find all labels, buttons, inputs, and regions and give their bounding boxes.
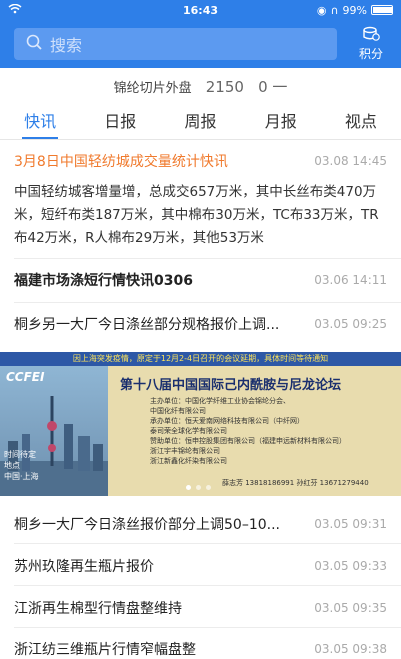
search-placeholder: 搜索 bbox=[50, 36, 83, 55]
news-date: 03.05 09:31 bbox=[314, 517, 387, 531]
tab-monthly[interactable]: 月报 bbox=[241, 104, 321, 139]
carousel-indicator[interactable] bbox=[186, 485, 211, 490]
search-icon bbox=[26, 34, 42, 54]
news-date: 03.05 09:35 bbox=[314, 601, 387, 615]
organizer-line: 承办单位：恒天爱南网络科技有限公司（中纤网） bbox=[150, 417, 304, 425]
coins-icon bbox=[362, 26, 380, 45]
points-label: 积分 bbox=[358, 47, 383, 61]
tab-flash-news[interactable]: 快讯 bbox=[0, 104, 80, 139]
divider bbox=[14, 585, 401, 586]
points-button[interactable]: 积分 bbox=[349, 26, 393, 62]
app-header: 搜索 积分 bbox=[0, 20, 401, 68]
event-place: 中国·上海 bbox=[4, 472, 39, 481]
news-date: 03.05 09:33 bbox=[314, 559, 387, 573]
list-item[interactable]: 桐乡另一大厂今日涤丝部分规格报价上调... 03.05 09:25 bbox=[14, 314, 387, 334]
divider bbox=[14, 627, 401, 628]
news-date: 03.05 09:38 bbox=[314, 642, 387, 656]
search-input[interactable]: 搜索 bbox=[14, 28, 337, 60]
divider bbox=[14, 543, 401, 544]
news-title: 苏州玖隆再生瓶片报价 bbox=[14, 559, 154, 575]
organizer-line: 中国化纤有限公司 bbox=[150, 407, 206, 415]
list-item[interactable]: 江浙再生棉型行情盘整维持 03.05 09:35 bbox=[14, 598, 387, 618]
news-summary: 中国轻纺城客增量增，总成交657万米，其中长丝布类470万米，短纤布类187万米… bbox=[14, 184, 379, 246]
status-bar: 16:43 ◉ ∩ 99% bbox=[0, 0, 401, 20]
carousel-dot[interactable] bbox=[206, 485, 211, 490]
organizer-logo: CCFEI bbox=[6, 370, 45, 384]
organizer-line: 泰司荣全球化学有限公司 bbox=[150, 427, 227, 435]
tab-daily[interactable]: 日报 bbox=[80, 104, 160, 139]
news-date: 03.06 14:11 bbox=[314, 273, 387, 287]
ad-banner[interactable]: 因上海突发疫情，原定于12月2-4日召开的会议延期，具体时间等待通知 CCFEI… bbox=[0, 352, 401, 496]
ticker-name: 锦纶切片外盘 bbox=[113, 81, 192, 96]
organizer-line: 主办单位：中国化学纤维工业协会锦纶分会、 bbox=[150, 397, 290, 405]
event-time: 时间待定 bbox=[4, 450, 36, 459]
event-info: 时间待定 地点 中国·上海 bbox=[4, 449, 39, 482]
news-title: 浙江纺三维瓶片行情窄幅盘整 bbox=[14, 642, 196, 658]
list-item[interactable]: 浙江纺三维瓶片行情窄幅盘整 03.05 09:38 bbox=[14, 639, 387, 659]
divider bbox=[14, 258, 401, 259]
news-title: 江浙再生棉型行情盘整维持 bbox=[14, 601, 182, 617]
news-date: 03.05 09:25 bbox=[314, 317, 387, 331]
list-item[interactable]: 福建市场涤短行情快讯0306 03.06 14:11 bbox=[14, 270, 387, 290]
ticker-price: 2150 bbox=[205, 78, 244, 96]
news-date: 03.08 14:45 bbox=[314, 154, 387, 168]
organizer-line: 浙江宇丰锦纶有限公司 bbox=[150, 447, 220, 455]
banner-notice: 因上海突发疫情，原定于12月2-4日召开的会议延期，具体时间等待通知 bbox=[0, 352, 401, 366]
tab-weekly[interactable]: 周报 bbox=[160, 104, 240, 139]
news-title: 桐乡一大厂今日涤丝报价部分上调50–10... bbox=[14, 517, 280, 533]
organizer-line: 赞助单位：恒申控股集团有限公司（福建申远新材料有限公司） bbox=[150, 437, 346, 445]
divider bbox=[14, 302, 401, 303]
news-item-featured[interactable]: 3月8日中国轻纺城成交量统计快讯 03.08 14:45 中国轻纺城客增量增，总… bbox=[14, 151, 387, 250]
price-ticker[interactable]: 锦纶切片外盘 2150 0 一 bbox=[0, 76, 401, 97]
category-tabs: 快讯 日报 周报 月报 视点 bbox=[0, 104, 401, 140]
banner-title: 第十八届中国国际己内酰胺与尼龙论坛 bbox=[120, 378, 342, 393]
status-time: 16:43 bbox=[182, 3, 218, 17]
news-title: 3月8日中国轻纺城成交量统计快讯 bbox=[14, 154, 228, 170]
banner-organizers: 主办单位：中国化学纤维工业协会锦纶分会、 中国化纤有限公司 承办单位：恒天爱南网… bbox=[150, 396, 346, 466]
battery-icon bbox=[371, 5, 393, 15]
list-item[interactable]: 苏州玖隆再生瓶片报价 03.05 09:33 bbox=[14, 556, 387, 576]
organizer-line: 浙江新鑫化纤染有限公司 bbox=[150, 457, 227, 465]
list-item[interactable]: 桐乡一大厂今日涤丝报价部分上调50–10... 03.05 09:31 bbox=[14, 514, 387, 534]
ticker-change: 0 一 bbox=[258, 78, 288, 96]
carousel-dot[interactable] bbox=[196, 485, 201, 490]
event-place-label: 地点 bbox=[4, 461, 20, 470]
banner-contact: 薛志芳 13818186991 孙红芬 13671279440 bbox=[222, 479, 369, 487]
news-title: 福建市场涤短行情快讯0306 bbox=[14, 273, 193, 289]
news-title: 桐乡另一大厂今日涤丝部分规格报价上调... bbox=[14, 317, 280, 333]
tab-viewpoint[interactable]: 视点 bbox=[321, 104, 401, 139]
carousel-dot[interactable] bbox=[186, 485, 191, 490]
